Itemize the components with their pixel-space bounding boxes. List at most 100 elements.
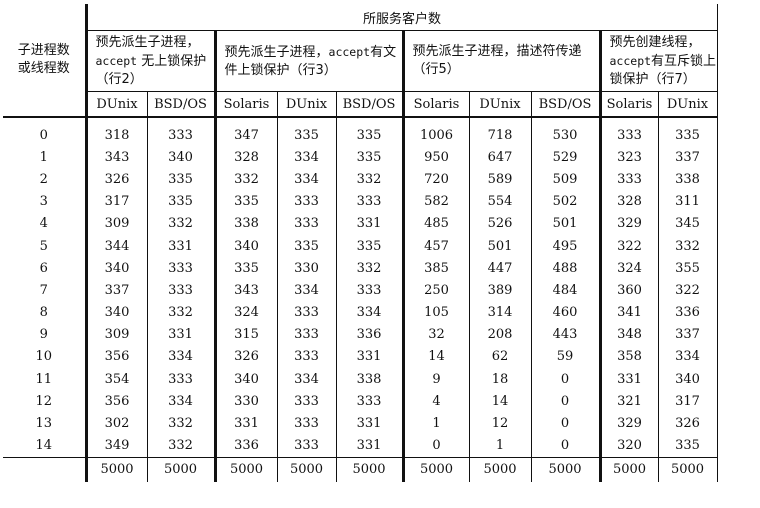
table-cell: 554 bbox=[469, 190, 532, 213]
table-cell: 334 bbox=[147, 345, 217, 369]
table-cell: 502 bbox=[531, 190, 602, 213]
table-cell: 0 bbox=[531, 412, 602, 435]
table-cell: 318 bbox=[86, 117, 148, 147]
table-cell: 340 bbox=[147, 146, 217, 169]
table-cell: 334 bbox=[277, 146, 337, 169]
table-cell: 333 bbox=[147, 257, 217, 280]
row-count-cell: 9 bbox=[3, 323, 88, 346]
table-cell: 1 bbox=[469, 434, 532, 458]
table-cell: 0 bbox=[531, 434, 602, 458]
group-2-desc-a: 预先派生子进程， bbox=[224, 44, 329, 60]
table-cell: 1 bbox=[403, 412, 470, 435]
table-cell: 333 bbox=[277, 390, 337, 413]
table-row: 9 309 331 315 333 336 32 208 443 348 337 bbox=[3, 323, 718, 346]
group-4-desc: 预先创建线程， accept有互斥锁上锁保护（行7） bbox=[600, 30, 718, 92]
table-cell: 309 bbox=[86, 323, 148, 346]
table-cell: 1006 bbox=[403, 117, 470, 147]
table-cell: 317 bbox=[658, 390, 718, 413]
table-row: 10 356 334 326 333 331 14 62 59 358 334 bbox=[3, 345, 718, 369]
table-cell: 331 bbox=[336, 212, 405, 235]
table-cell: 333 bbox=[277, 301, 337, 324]
table-cell: 335 bbox=[336, 117, 405, 147]
table-cell: 335 bbox=[277, 117, 337, 147]
table-cell: 208 bbox=[469, 323, 532, 346]
table-cell: 333 bbox=[277, 345, 337, 369]
table-cell: 330 bbox=[277, 257, 337, 280]
table-cell: 332 bbox=[336, 168, 405, 191]
row-header-line-1: 子进程数 bbox=[17, 43, 70, 58]
row-header-line-2: 或线程数 bbox=[17, 61, 70, 76]
table-cell: 332 bbox=[658, 234, 718, 258]
row-count-cell: 8 bbox=[3, 301, 88, 324]
row-count-cell: 14 bbox=[3, 434, 88, 458]
table-cell: 495 bbox=[531, 234, 602, 258]
table-cell: 0 bbox=[531, 390, 602, 413]
table-cell: 341 bbox=[600, 301, 659, 324]
table-cell: 358 bbox=[600, 345, 659, 369]
col-g4-solaris: Solaris bbox=[600, 91, 659, 118]
table-cell: 334 bbox=[658, 345, 718, 369]
group-2-desc-b: accept bbox=[328, 44, 371, 59]
table-cell: 389 bbox=[469, 279, 532, 302]
table-cell: 340 bbox=[215, 368, 278, 391]
table-cell: 460 bbox=[531, 301, 602, 324]
table-cell: 484 bbox=[531, 279, 602, 302]
col-g3-solaris: Solaris bbox=[403, 91, 470, 118]
table-cell: 9 bbox=[403, 368, 470, 391]
table-cell: 340 bbox=[215, 234, 278, 258]
col-g4-dunix: DUnix bbox=[658, 91, 718, 118]
table-cell: 360 bbox=[600, 279, 659, 302]
table-cell: 0 bbox=[531, 368, 602, 391]
table-cell: 335 bbox=[336, 146, 405, 169]
totals-row: 5000 5000 5000 5000 5000 5000 5000 5000 5000 5000 bbox=[3, 456, 718, 482]
total-cell: 5000 bbox=[600, 456, 659, 482]
table-cell: 332 bbox=[147, 301, 217, 324]
table-row: 14 349 332 336 333 331 0 1 0 320 335 bbox=[3, 434, 718, 458]
table-cell: 335 bbox=[147, 190, 217, 213]
table-cell: 331 bbox=[336, 434, 405, 458]
row-header: 子进程数 或线程数 bbox=[3, 4, 88, 118]
table-cell: 62 bbox=[469, 345, 532, 369]
table-row: 3 317 335 335 333 333 582 554 502 328 311 bbox=[3, 190, 718, 213]
table-cell: 335 bbox=[215, 257, 278, 280]
row-count-cell: 12 bbox=[3, 390, 88, 413]
table-cell: 333 bbox=[336, 390, 405, 413]
table-cell: 338 bbox=[658, 168, 718, 191]
table-cell: 335 bbox=[215, 190, 278, 213]
table-cell: 355 bbox=[658, 257, 718, 280]
col-g3-bsdos: BSD/OS bbox=[531, 91, 602, 118]
table-cell: 950 bbox=[403, 146, 470, 169]
table-cell: 333 bbox=[147, 279, 217, 302]
table-cell: 333 bbox=[600, 168, 659, 191]
total-cell: 5000 bbox=[336, 456, 405, 482]
table-cell: 337 bbox=[86, 279, 148, 302]
table-cell: 356 bbox=[86, 345, 148, 369]
table-cell: 720 bbox=[403, 168, 470, 191]
table-cell: 337 bbox=[658, 146, 718, 169]
table-cell: 335 bbox=[658, 117, 718, 147]
row-count-cell: 10 bbox=[3, 345, 88, 369]
table-cell: 328 bbox=[600, 190, 659, 213]
table-cell: 333 bbox=[600, 117, 659, 147]
table-cell: 326 bbox=[86, 168, 148, 191]
table-cell: 336 bbox=[215, 434, 278, 458]
table-cell: 105 bbox=[403, 301, 470, 324]
group-1-desc: 预先派生子进程， accept 无上锁保护（行2） bbox=[86, 30, 217, 92]
table-row: 1 343 340 328 334 335 950 647 529 323 337 bbox=[3, 146, 718, 169]
table-cell: 323 bbox=[600, 146, 659, 169]
table-cell: 326 bbox=[215, 345, 278, 369]
row-count-cell: 6 bbox=[3, 257, 88, 280]
table-cell: 18 bbox=[469, 368, 532, 391]
col-g2-bsdos: BSD/OS bbox=[336, 91, 405, 118]
table-cell: 326 bbox=[658, 412, 718, 435]
total-cell: 5000 bbox=[469, 456, 532, 482]
table-cell: 509 bbox=[531, 168, 602, 191]
table-cell: 329 bbox=[600, 212, 659, 235]
total-cell: 5000 bbox=[658, 456, 718, 482]
table-body: 0 318 333 347 335 335 1006 718 530 333 335 1 343 340 3… bbox=[3, 117, 718, 458]
table-cell: 330 bbox=[215, 390, 278, 413]
table-cell: 324 bbox=[600, 257, 659, 280]
table-cell: 336 bbox=[336, 323, 405, 346]
row-count-cell: 13 bbox=[3, 412, 88, 435]
table-cell: 582 bbox=[403, 190, 470, 213]
